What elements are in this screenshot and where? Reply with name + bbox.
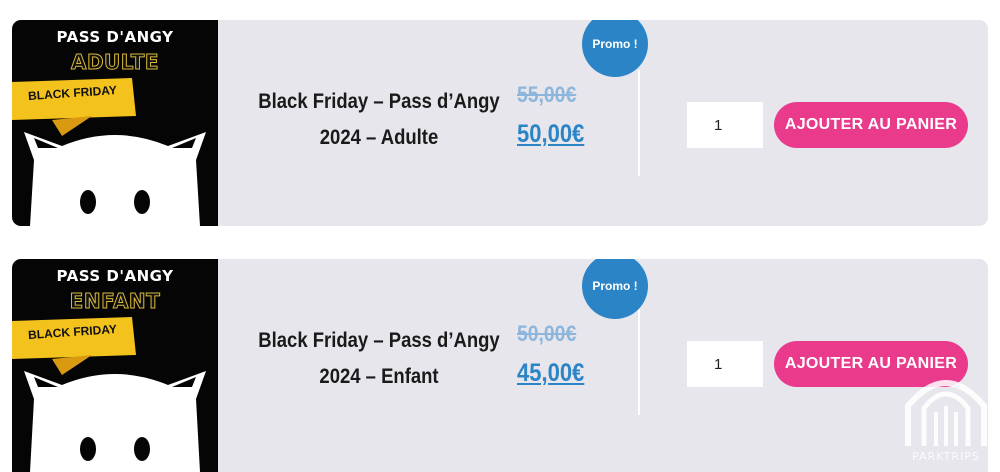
product-name-line1: Black Friday – Pass d’Angy <box>258 329 500 352</box>
watermark-text: PARKTRIPS <box>912 450 980 463</box>
product-name-link[interactable]: Black Friday – Pass d’Angy 2024 – Adulte <box>251 84 506 156</box>
thumbnail-subtitle: ADULTE <box>70 50 160 75</box>
product-name-line2: 2024 – Enfant <box>319 365 439 388</box>
parktrips-watermark: PARKTRIPS <box>898 366 994 470</box>
sale-price: 45,00€ <box>517 359 585 387</box>
thumbnail-subtitle: ENFANT <box>69 289 161 314</box>
roller-coaster-logo-icon <box>905 380 987 446</box>
product-list: PASS D'ANGY ADULTE BLACK FRIDAY Black Fr… <box>0 0 1000 472</box>
thumbnail-title: PASS D'ANGY <box>56 267 174 285</box>
product-thumbnail[interactable]: PASS D'ANGY ADULTE BLACK FRIDAY <box>12 20 218 226</box>
product-thumbnail[interactable]: PASS D'ANGY ENFANT BLACK FRIDAY <box>12 259 218 472</box>
quantity-input[interactable] <box>687 341 763 387</box>
sale-price: 50,00€ <box>517 120 585 148</box>
old-price: 50,00€ <box>517 321 577 346</box>
product-card-adulte: PASS D'ANGY ADULTE BLACK FRIDAY Black Fr… <box>12 20 988 226</box>
quantity-input[interactable] <box>687 102 763 148</box>
product-name-link[interactable]: Black Friday – Pass d’Angy 2024 – Enfant <box>251 323 506 395</box>
thumbnail-title: PASS D'ANGY <box>56 28 174 46</box>
product-name-line2: 2024 – Adulte <box>319 126 439 149</box>
divider <box>638 70 640 176</box>
add-to-cart-button[interactable]: AJOUTER AU PANIER <box>774 102 968 148</box>
product-card-enfant: PASS D'ANGY ENFANT BLACK FRIDAY Black Fr… <box>12 259 988 472</box>
promo-badge: Promo ! <box>582 20 648 77</box>
old-price: 55,00€ <box>517 82 577 107</box>
divider <box>638 309 640 415</box>
product-name-line1: Black Friday – Pass d’Angy <box>258 90 500 113</box>
